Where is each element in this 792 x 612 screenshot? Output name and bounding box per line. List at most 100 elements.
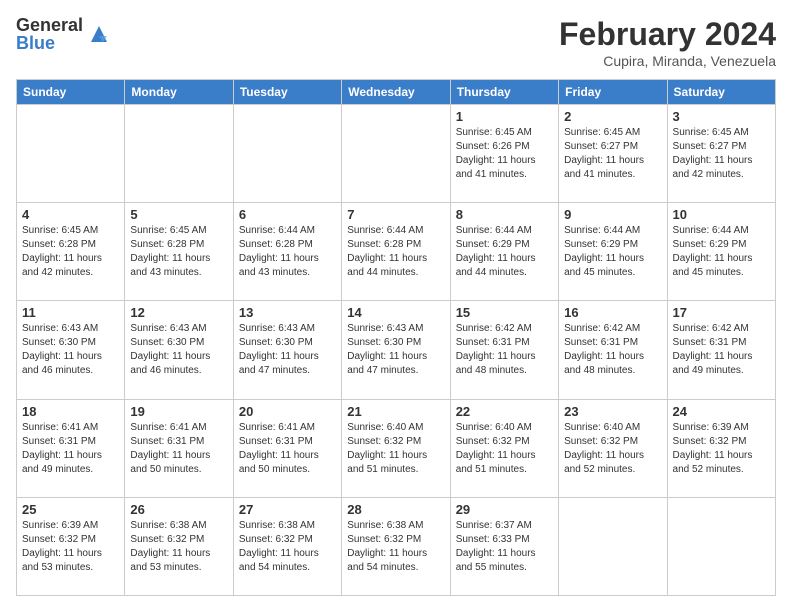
day-number: 25 [22,502,119,517]
calendar-header-thursday: Thursday [450,80,558,105]
subtitle: Cupira, Miranda, Venezuela [559,53,776,69]
calendar-cell: 15Sunrise: 6:42 AM Sunset: 6:31 PM Dayli… [450,301,558,399]
day-number: 1 [456,109,553,124]
calendar-week-4: 25 Sunrise: 6:39 AM Sunset: 6:32 PM Dayli… [17,497,776,595]
day-info: Sunrise: 6:45 AM Sunset: 6:28 PM Dayligh… [130,224,227,280]
day-info: Sunrise: 6:40 AM Sunset: 6:32 PM Dayligh… [564,421,661,477]
day-info: Sunrise: 6:38 AM Sunset: 6:32 PM Dayligh… [130,519,227,575]
day-number: 26 [130,502,227,517]
logo-text: General Blue [16,16,83,52]
day-info: Sunrise: 6:45 AM Sunset: 6:26 PM Dayligh… [456,126,553,182]
day-number: 28 [347,502,444,517]
calendar-cell: 23 Sunrise: 6:40 AM Sunset: 6:32 PM Dayli… [559,399,667,497]
day-info: Sunrise: 6:44 AM Sunset: 6:28 PM Dayligh… [347,224,444,280]
calendar-cell: 4 Sunrise: 6:45 AM Sunset: 6:28 PM Daylig… [17,203,125,301]
calendar-cell: 1 Sunrise: 6:45 AM Sunset: 6:26 PM Daylig… [450,105,558,203]
day-number: 17 [673,305,770,320]
day-number: 12 [130,305,227,320]
day-info: Sunrise: 6:44 AM Sunset: 6:29 PM Dayligh… [456,224,553,280]
calendar-header-wednesday: Wednesday [342,80,450,105]
day-number: 18 [22,404,119,419]
calendar-cell: 20Sunrise: 6:41 AM Sunset: 6:31 PM Dayli… [233,399,341,497]
calendar-cell [125,105,233,203]
calendar-week-3: 18 Sunrise: 6:41 AM Sunset: 6:31 PM Dayli… [17,399,776,497]
page: General Blue February 2024 Cupira, Miran… [0,0,792,612]
calendar-cell [17,105,125,203]
day-number: 27 [239,502,336,517]
calendar-cell: 8Sunrise: 6:44 AM Sunset: 6:29 PM Daylig… [450,203,558,301]
day-info: Sunrise: 6:39 AM Sunset: 6:32 PM Dayligh… [22,519,119,575]
day-info: Sunrise: 6:45 AM Sunset: 6:27 PM Dayligh… [673,126,770,182]
calendar-header-sunday: Sunday [17,80,125,105]
calendar-cell: 13 Sunrise: 6:43 AM Sunset: 6:30 PM Dayli… [233,301,341,399]
day-info: Sunrise: 6:38 AM Sunset: 6:32 PM Dayligh… [239,519,336,575]
day-number: 11 [22,305,119,320]
calendar-week-2: 11 Sunrise: 6:43 AM Sunset: 6:30 PM Dayli… [17,301,776,399]
calendar-cell: 2 Sunrise: 6:45 AM Sunset: 6:27 PM Daylig… [559,105,667,203]
calendar-cell: 29Sunrise: 6:37 AM Sunset: 6:33 PM Dayli… [450,497,558,595]
day-info: Sunrise: 6:41 AM Sunset: 6:31 PM Dayligh… [130,421,227,477]
calendar-cell: 11 Sunrise: 6:43 AM Sunset: 6:30 PM Dayli… [17,301,125,399]
calendar-header-saturday: Saturday [667,80,775,105]
day-info: Sunrise: 6:42 AM Sunset: 6:31 PM Dayligh… [673,322,770,378]
calendar-cell: 18 Sunrise: 6:41 AM Sunset: 6:31 PM Dayli… [17,399,125,497]
calendar-cell: 19Sunrise: 6:41 AM Sunset: 6:31 PM Dayli… [125,399,233,497]
calendar-header-monday: Monday [125,80,233,105]
day-info: Sunrise: 6:43 AM Sunset: 6:30 PM Dayligh… [347,322,444,378]
day-number: 3 [673,109,770,124]
main-title: February 2024 [559,16,776,53]
logo-icon [87,22,111,46]
day-info: Sunrise: 6:45 AM Sunset: 6:27 PM Dayligh… [564,126,661,182]
day-info: Sunrise: 6:41 AM Sunset: 6:31 PM Dayligh… [239,421,336,477]
calendar-cell [342,105,450,203]
calendar-cell: 25 Sunrise: 6:39 AM Sunset: 6:32 PM Dayli… [17,497,125,595]
day-info: Sunrise: 6:41 AM Sunset: 6:31 PM Dayligh… [22,421,119,477]
day-number: 7 [347,207,444,222]
calendar-week-0: 1 Sunrise: 6:45 AM Sunset: 6:26 PM Daylig… [17,105,776,203]
day-number: 9 [564,207,661,222]
calendar-table: SundayMondayTuesdayWednesdayThursdayFrid… [16,79,776,596]
day-info: Sunrise: 6:37 AM Sunset: 6:33 PM Dayligh… [456,519,553,575]
day-number: 16 [564,305,661,320]
calendar-cell: 28Sunrise: 6:38 AM Sunset: 6:32 PM Dayli… [342,497,450,595]
logo-general: General [16,16,83,34]
calendar-cell: 22Sunrise: 6:40 AM Sunset: 6:32 PM Dayli… [450,399,558,497]
day-number: 23 [564,404,661,419]
calendar-cell [667,497,775,595]
calendar-cell: 26 Sunrise: 6:38 AM Sunset: 6:32 PM Dayli… [125,497,233,595]
day-info: Sunrise: 6:42 AM Sunset: 6:31 PM Dayligh… [564,322,661,378]
day-number: 2 [564,109,661,124]
calendar-cell [233,105,341,203]
logo: General Blue [16,16,111,52]
calendar-cell: 21 Sunrise: 6:40 AM Sunset: 6:32 PM Dayli… [342,399,450,497]
day-number: 24 [673,404,770,419]
calendar-cell: 12 Sunrise: 6:43 AM Sunset: 6:30 PM Dayli… [125,301,233,399]
day-info: Sunrise: 6:45 AM Sunset: 6:28 PM Dayligh… [22,224,119,280]
day-number: 14 [347,305,444,320]
calendar-cell: 16 Sunrise: 6:42 AM Sunset: 6:31 PM Dayli… [559,301,667,399]
calendar-cell: 14 Sunrise: 6:43 AM Sunset: 6:30 PM Dayli… [342,301,450,399]
calendar-cell [559,497,667,595]
calendar-header-tuesday: Tuesday [233,80,341,105]
day-info: Sunrise: 6:44 AM Sunset: 6:29 PM Dayligh… [564,224,661,280]
day-number: 4 [22,207,119,222]
calendar-cell: 5Sunrise: 6:45 AM Sunset: 6:28 PM Daylig… [125,203,233,301]
day-number: 21 [347,404,444,419]
day-info: Sunrise: 6:39 AM Sunset: 6:32 PM Dayligh… [673,421,770,477]
day-info: Sunrise: 6:43 AM Sunset: 6:30 PM Dayligh… [130,322,227,378]
day-number: 13 [239,305,336,320]
day-info: Sunrise: 6:43 AM Sunset: 6:30 PM Dayligh… [22,322,119,378]
calendar-cell: 17 Sunrise: 6:42 AM Sunset: 6:31 PM Dayli… [667,301,775,399]
title-section: February 2024 Cupira, Miranda, Venezuela [559,16,776,69]
day-number: 10 [673,207,770,222]
day-info: Sunrise: 6:42 AM Sunset: 6:31 PM Dayligh… [456,322,553,378]
day-info: Sunrise: 6:40 AM Sunset: 6:32 PM Dayligh… [456,421,553,477]
day-info: Sunrise: 6:40 AM Sunset: 6:32 PM Dayligh… [347,421,444,477]
day-info: Sunrise: 6:43 AM Sunset: 6:30 PM Dayligh… [239,322,336,378]
calendar-cell: 6Sunrise: 6:44 AM Sunset: 6:28 PM Daylig… [233,203,341,301]
day-number: 6 [239,207,336,222]
calendar-week-1: 4 Sunrise: 6:45 AM Sunset: 6:28 PM Daylig… [17,203,776,301]
calendar-cell: 9 Sunrise: 6:44 AM Sunset: 6:29 PM Daylig… [559,203,667,301]
logo-blue: Blue [16,34,83,52]
calendar-cell: 24 Sunrise: 6:39 AM Sunset: 6:32 PM Dayli… [667,399,775,497]
